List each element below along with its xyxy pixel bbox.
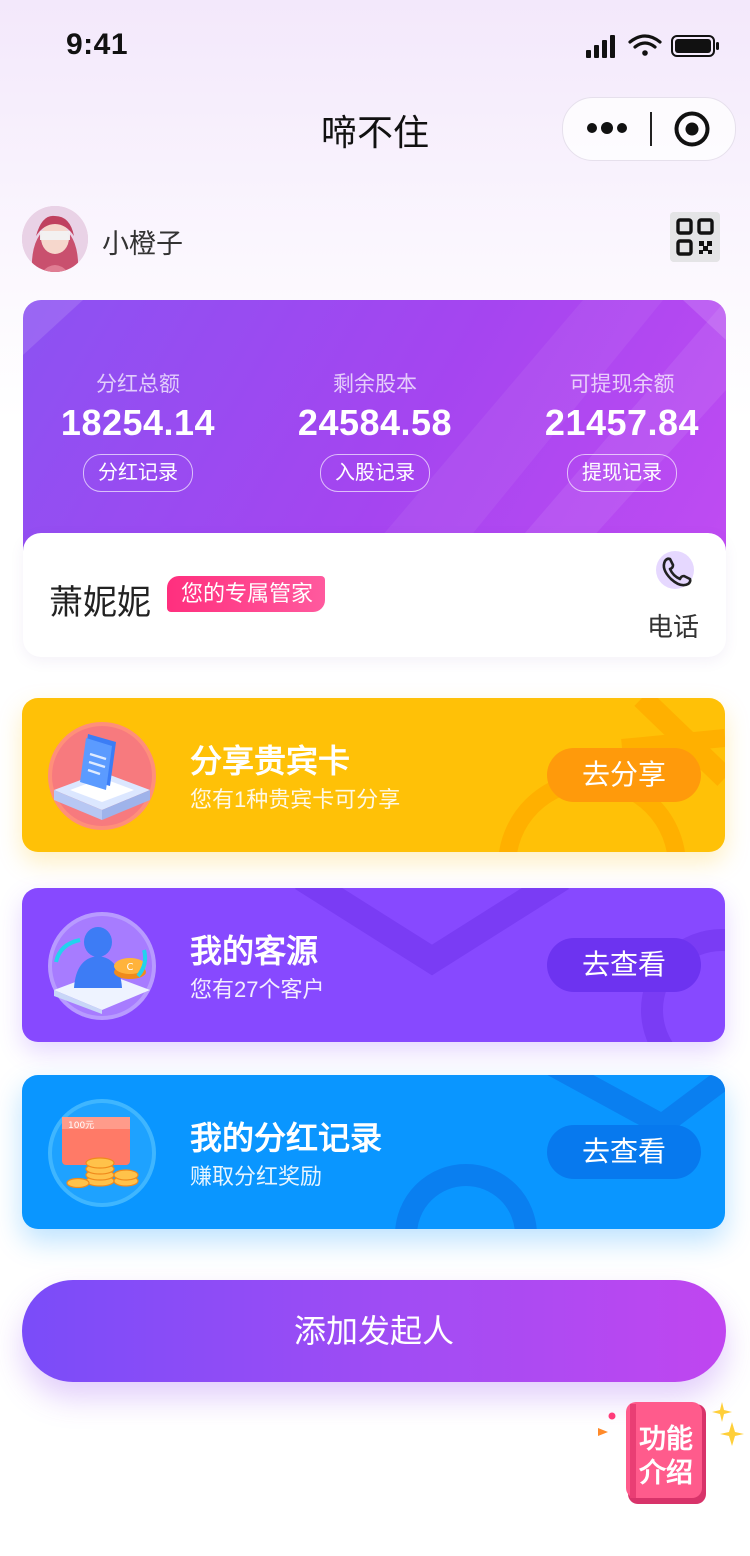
add-initiator-button[interactable]: 添加发起人 bbox=[22, 1280, 726, 1382]
capsule-divider bbox=[650, 112, 652, 146]
share-vip-card[interactable]: 分享贵宾卡 您有1种贵宾卡可分享 去分享 bbox=[22, 698, 725, 852]
function-intro-label[interactable]: 功能 介绍 bbox=[626, 1422, 706, 1490]
signal-icon bbox=[586, 35, 615, 58]
status-time: 9:41 bbox=[66, 28, 129, 61]
user-name: 小橙子 bbox=[102, 229, 183, 259]
my-customers-card[interactable]: C 我的客源 您有27个客户 去查看 bbox=[22, 888, 725, 1042]
customer-icon: C bbox=[48, 912, 156, 1020]
battery-icon bbox=[671, 35, 719, 57]
dividend-records-button[interactable]: 分红记录 bbox=[83, 454, 193, 492]
stat-value: 21457.84 bbox=[544, 402, 700, 443]
manager-name: 萧妮妮 bbox=[49, 584, 151, 622]
stat-value: 18254.14 bbox=[60, 402, 216, 443]
avatar[interactable] bbox=[22, 206, 88, 272]
stat-label: 剩余股本 bbox=[333, 373, 417, 396]
status-icons bbox=[586, 34, 719, 58]
avatar-image bbox=[22, 206, 88, 272]
manager-badge: 您的专属管家 bbox=[167, 576, 326, 612]
card-subtitle: 您有27个客户 bbox=[190, 977, 325, 1002]
stat-total-dividend: 分红总额 18254.14 分红记录 bbox=[23, 368, 253, 492]
stat-remaining-equity: 剩余股本 24584.58 入股记录 bbox=[260, 368, 490, 492]
view-dividend-records-button[interactable]: 去查看 bbox=[547, 1125, 701, 1179]
card-subtitle: 赚取分红奖励 bbox=[190, 1164, 323, 1189]
go-share-button[interactable]: 去分享 bbox=[547, 748, 701, 802]
card-subtitle: 您有1种贵宾卡可分享 bbox=[190, 787, 401, 812]
more-icon[interactable] bbox=[587, 122, 627, 134]
stat-value: 24584.58 bbox=[297, 402, 453, 443]
vip-card-icon bbox=[48, 722, 156, 830]
close-target-icon[interactable] bbox=[674, 111, 710, 147]
equity-records-button[interactable]: 入股记录 bbox=[320, 454, 430, 492]
card-title: 我的客源 bbox=[190, 933, 319, 969]
stats-card: 分红总额 18254.14 分红记录 剩余股本 24584.58 入股记录 可提… bbox=[23, 300, 726, 570]
qr-code-icon[interactable] bbox=[670, 212, 720, 262]
intro-line: 功能 bbox=[639, 1424, 693, 1454]
card-title: 分享贵宾卡 bbox=[190, 743, 351, 779]
dividend-coins-icon: 100元 bbox=[48, 1099, 156, 1207]
stat-label: 可提现余额 bbox=[569, 373, 675, 396]
wifi-icon bbox=[628, 34, 662, 56]
card-title: 我的分红记录 bbox=[190, 1120, 383, 1156]
manager-card: 萧妮妮 您的专属管家 电话 bbox=[23, 533, 726, 657]
stat-withdrawable-balance: 可提现余额 21457.84 提现记录 bbox=[507, 368, 726, 492]
intro-line: 介绍 bbox=[639, 1458, 693, 1488]
withdrawal-records-button[interactable]: 提现记录 bbox=[567, 454, 677, 492]
view-customers-button[interactable]: 去查看 bbox=[547, 938, 701, 992]
mini-program-capsule bbox=[562, 97, 736, 161]
svg-text:C: C bbox=[127, 962, 134, 973]
coupon-text: 100元 bbox=[68, 1121, 94, 1131]
phone-icon[interactable] bbox=[653, 549, 699, 595]
phone-label[interactable]: 电话 bbox=[647, 607, 699, 644]
stat-label: 分红总额 bbox=[96, 373, 180, 396]
my-dividend-records-card[interactable]: 100元 我的分红记录 赚取分红奖励 去查看 bbox=[22, 1075, 725, 1229]
